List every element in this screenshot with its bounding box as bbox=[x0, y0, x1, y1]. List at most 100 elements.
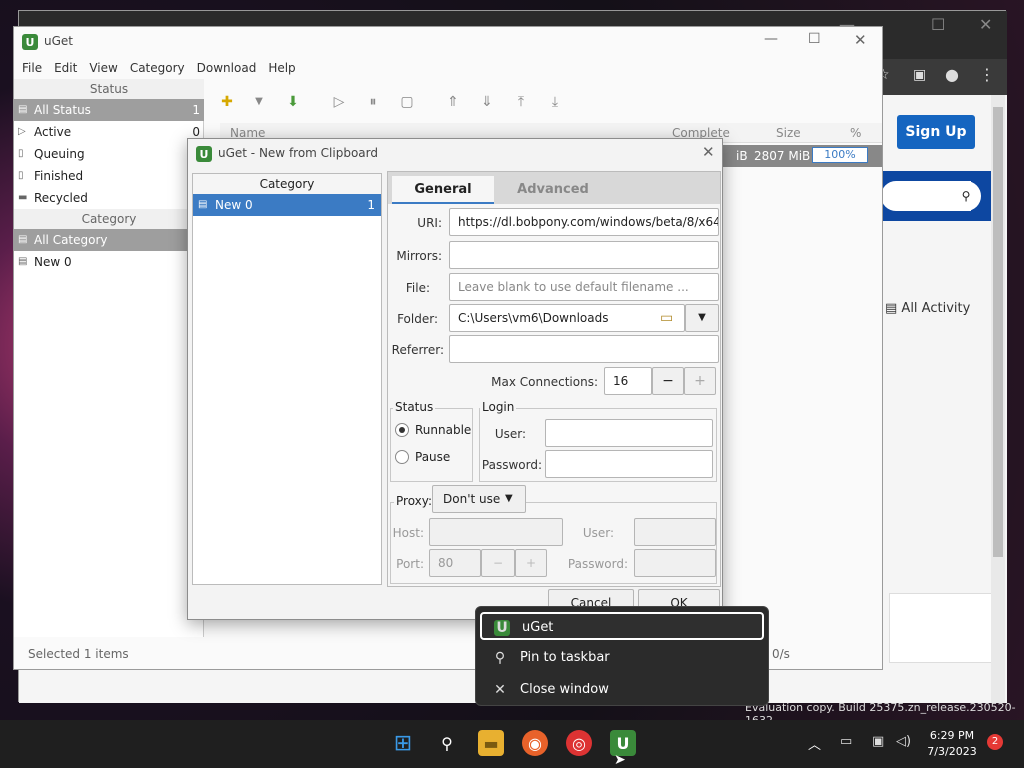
folder-input[interactable]: C:\Users\vm6\Downloads bbox=[449, 304, 685, 332]
pause-radio[interactable] bbox=[395, 450, 409, 464]
taskbar: ⊞ ⚲ ▬ ◉ ◎ U ︿ ▭ ▣ ◁) 6:29 PM 7/3/2023 2 bbox=[0, 720, 1024, 768]
login-password-input[interactable] bbox=[545, 450, 713, 478]
tab-advanced[interactable]: Advanced bbox=[498, 176, 608, 204]
sign-up-button[interactable]: Sign Up bbox=[897, 115, 975, 149]
profile-icon[interactable]: ● bbox=[945, 65, 959, 84]
menu-edit[interactable]: Edit bbox=[48, 57, 83, 79]
max-connections-input[interactable]: 16 bbox=[604, 367, 652, 395]
move-top-icon[interactable]: ⤒ bbox=[510, 91, 532, 113]
dialog-tabs: General Advanced bbox=[388, 172, 720, 204]
chrome-icon[interactable]: ◎ bbox=[566, 730, 592, 756]
stack-icon: ▤ bbox=[18, 104, 28, 115]
port-input[interactable]: 80 bbox=[429, 549, 481, 577]
dialog-category-item-new-0[interactable]: ▤ New 0 1 bbox=[193, 194, 381, 216]
search-icon[interactable]: ⚲ bbox=[951, 181, 981, 211]
referrer-input[interactable] bbox=[449, 335, 719, 363]
menu-download[interactable]: Download bbox=[191, 57, 263, 79]
tab-general[interactable]: General bbox=[392, 176, 494, 204]
row-progress: 100% bbox=[812, 147, 868, 163]
sidebar-item-label: Queuing bbox=[34, 147, 85, 161]
column-size[interactable]: Size bbox=[776, 126, 801, 140]
menu-category[interactable]: Category bbox=[124, 57, 191, 79]
login-user-input[interactable] bbox=[545, 419, 713, 447]
folder-label: Folder: bbox=[397, 312, 438, 326]
menu-icon[interactable]: ⋮ bbox=[979, 65, 995, 84]
browser-close-icon[interactable]: ✕ bbox=[979, 15, 992, 34]
context-item-uget[interactable]: U uGet bbox=[480, 612, 764, 640]
max-connections-label: Max Connections: bbox=[491, 375, 598, 389]
sidebar-item-label: All Status bbox=[34, 103, 91, 117]
sidebar-item-count: 1 bbox=[192, 103, 200, 117]
chevron-up-icon[interactable]: ︿ bbox=[808, 734, 821, 753]
close-icon[interactable]: ✕ bbox=[854, 31, 867, 49]
batch-download-icon[interactable]: ⬇ bbox=[282, 91, 304, 113]
clock-date: 7/3/2023 bbox=[927, 745, 977, 758]
network-icon[interactable]: ▭ bbox=[840, 734, 852, 749]
site-search-bar: ⚲ bbox=[879, 171, 991, 221]
port-increment-icon[interactable]: + bbox=[515, 549, 547, 577]
browser-scrollbar-thumb[interactable] bbox=[993, 107, 1003, 557]
folder-browse-icon[interactable]: ▭ bbox=[660, 310, 673, 326]
port-decrement-icon[interactable]: − bbox=[481, 549, 515, 577]
pin-icon: ⚲ bbox=[494, 650, 506, 666]
notification-badge[interactable]: 2 bbox=[987, 734, 1003, 750]
uri-input[interactable]: https://dl.bobpony.com/windows/beta/8/x6… bbox=[449, 208, 719, 236]
display-icon[interactable]: ▣ bbox=[872, 734, 884, 749]
file-input[interactable]: Leave blank to use default filename ... bbox=[449, 273, 719, 301]
sidebar-item-label: All Category bbox=[34, 233, 108, 247]
sidebar-item-label: Finished bbox=[34, 169, 84, 183]
status-group: Status Runnable Pause bbox=[390, 400, 473, 482]
proxy-select[interactable]: Don't use ▼ bbox=[432, 485, 526, 513]
sidebar-item-finished[interactable]: ▯ Finished bbox=[14, 165, 204, 187]
firefox-icon[interactable]: ◉ bbox=[522, 730, 548, 756]
move-bottom-icon[interactable]: ⤓ bbox=[544, 91, 566, 113]
context-item-pin[interactable]: ⚲ Pin to taskbar bbox=[480, 644, 764, 672]
volume-icon[interactable]: ◁) bbox=[896, 734, 911, 749]
folder-dropdown-button[interactable]: ▼ bbox=[685, 304, 719, 332]
sidebar-icon[interactable]: ▣ bbox=[913, 67, 926, 83]
mirrors-input[interactable] bbox=[449, 241, 719, 269]
context-item-close[interactable]: ✕ Close window bbox=[480, 676, 764, 704]
sidebar-item-all-category[interactable]: ▤ All Category bbox=[14, 229, 204, 251]
sidebar-item-recycled[interactable]: ▬ Recycled bbox=[14, 187, 204, 209]
minimize-icon[interactable]: — bbox=[764, 31, 778, 47]
context-item-label: Pin to taskbar bbox=[520, 650, 610, 665]
increment-icon[interactable]: + bbox=[684, 367, 716, 395]
start-icon[interactable]: ▷ bbox=[328, 91, 350, 113]
runnable-radio[interactable] bbox=[395, 423, 409, 437]
maximize-icon[interactable]: ☐ bbox=[808, 31, 821, 47]
sidebar-item-new-0[interactable]: ▤ New 0 bbox=[14, 251, 204, 273]
pause-label: Pause bbox=[415, 450, 451, 464]
dialog-close-icon[interactable]: ✕ bbox=[702, 143, 715, 161]
move-down-icon[interactable]: ⇓ bbox=[476, 91, 498, 113]
clock[interactable]: 6:29 PM 7/3/2023 bbox=[920, 728, 984, 760]
host-input[interactable] bbox=[429, 518, 563, 546]
menu-view[interactable]: View bbox=[83, 57, 123, 79]
new-download-icon[interactable]: ✚ bbox=[216, 91, 238, 113]
move-up-icon[interactable]: ⇑ bbox=[442, 91, 464, 113]
file-explorer-icon[interactable]: ▬ bbox=[478, 730, 504, 756]
sidebar-item-all-status[interactable]: ▤ All Status 1 bbox=[14, 99, 204, 121]
proxy-user-input[interactable] bbox=[634, 518, 716, 546]
recycle-icon: ▬ bbox=[18, 192, 28, 203]
windows-start-icon[interactable]: ⊞ bbox=[390, 730, 416, 756]
dropdown-arrow-icon[interactable]: ▼ bbox=[248, 91, 270, 113]
properties-icon[interactable]: ▢ bbox=[396, 91, 418, 113]
all-activity-link[interactable]: ▤ All Activity bbox=[885, 301, 970, 316]
menu-file[interactable]: File bbox=[16, 57, 48, 79]
referrer-label: Referrer: bbox=[391, 343, 444, 357]
proxy-password-input[interactable] bbox=[634, 549, 716, 577]
menu-help[interactable]: Help bbox=[262, 57, 301, 79]
dialog-category-header: Category bbox=[193, 174, 381, 194]
column-percent[interactable]: % bbox=[850, 126, 861, 140]
row-complete: iB bbox=[736, 149, 748, 163]
sidebar-item-queuing[interactable]: ▯ Queuing bbox=[14, 143, 204, 165]
file-placeholder: Leave blank to use default filename ... bbox=[458, 280, 689, 294]
status-header: Status bbox=[14, 79, 204, 99]
proxy-label: Proxy: bbox=[394, 494, 435, 508]
pause-icon[interactable]: ⏸ bbox=[362, 91, 384, 113]
browser-maximize-icon[interactable]: ☐ bbox=[931, 15, 945, 34]
sidebar-item-active[interactable]: ▷ Active 0 bbox=[14, 121, 204, 143]
search-icon[interactable]: ⚲ bbox=[434, 730, 460, 756]
decrement-icon[interactable]: − bbox=[652, 367, 684, 395]
